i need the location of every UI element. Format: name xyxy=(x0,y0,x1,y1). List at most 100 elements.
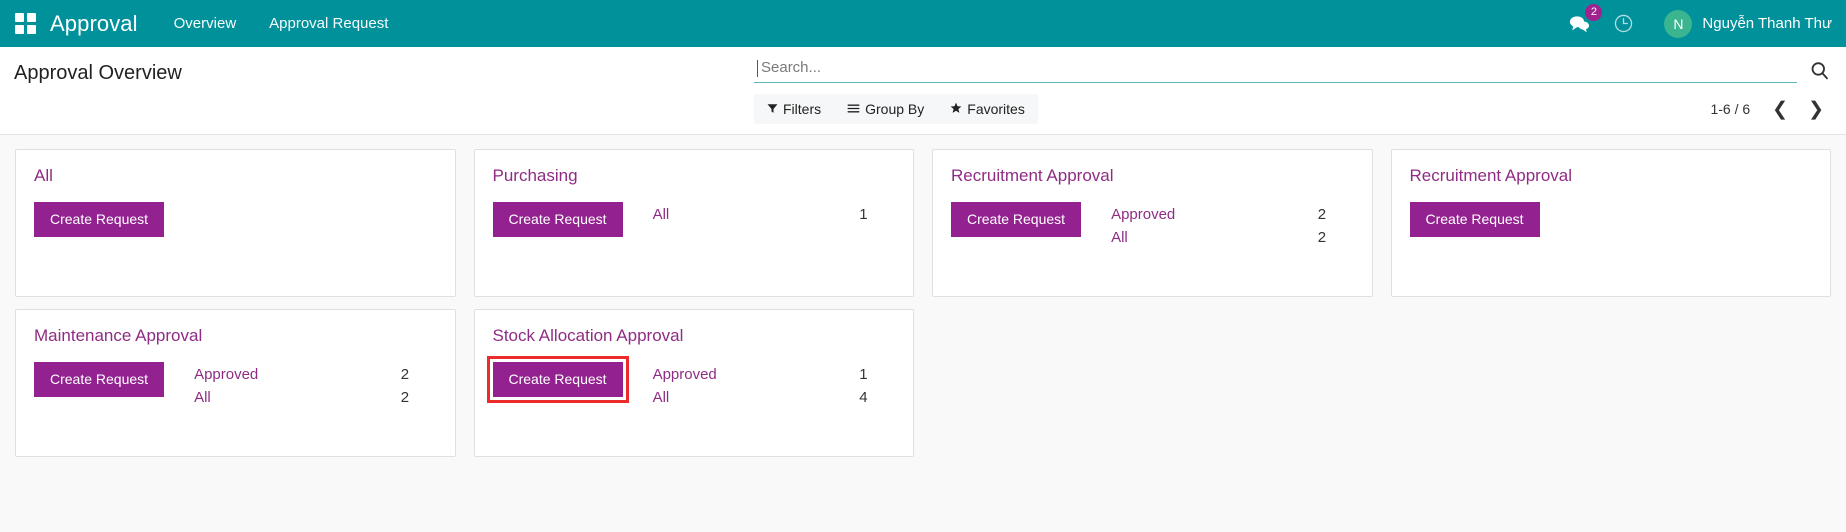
create-request-button[interactable]: Create Request xyxy=(493,362,623,397)
search-input[interactable] xyxy=(758,59,1793,76)
kanban-card-title[interactable]: All xyxy=(34,166,437,186)
create-request-button-wrap: Create Request xyxy=(951,202,1081,237)
create-request-button[interactable]: Create Request xyxy=(951,202,1081,237)
kanban-stat-value: 4 xyxy=(859,386,867,409)
filters-button[interactable]: Filters xyxy=(754,94,834,124)
kanban-card[interactable]: Purchasing Create Request All 1 xyxy=(474,149,915,297)
apps-grid-square xyxy=(15,13,24,22)
kanban-stat-label: Approved xyxy=(194,363,258,386)
filter-row: Filters Group By xyxy=(754,94,1832,134)
apps-grid-square xyxy=(15,25,24,34)
kanban-stat-label: All xyxy=(653,203,670,226)
kanban-column: All Create Request xyxy=(6,143,465,303)
kanban-stat-row[interactable]: Approved 2 xyxy=(1111,203,1326,226)
kanban-card-body: Create Request All 1 xyxy=(493,202,896,237)
kanban-column: Recruitment Approval Create Request xyxy=(1382,143,1841,303)
kanban-card-title[interactable]: Maintenance Approval xyxy=(34,326,437,346)
favorites-label: Favorites xyxy=(967,101,1025,117)
kanban-card-body: Create Request xyxy=(1410,202,1813,237)
group-by-label: Group By xyxy=(865,101,924,117)
main-menu: Overview Approval Request xyxy=(174,15,389,32)
clock-activity-icon[interactable] xyxy=(1607,13,1660,34)
kanban-stat-row[interactable]: All 2 xyxy=(194,386,409,409)
avatar: N xyxy=(1664,10,1692,38)
group-by-button[interactable]: Group By xyxy=(834,94,937,124)
page-title: Approval Overview xyxy=(14,47,182,85)
search-box[interactable] xyxy=(754,57,1797,83)
kanban-card-stats xyxy=(1570,202,1812,203)
create-request-button-wrap: Create Request xyxy=(493,202,623,237)
user-name-label: Nguyễn Thanh Thư xyxy=(1702,15,1832,32)
user-menu[interactable]: N Nguyễn Thanh Thư xyxy=(1660,10,1832,38)
kanban-column: Purchasing Create Request All 1 xyxy=(465,143,924,303)
kanban-stat-value: 1 xyxy=(859,203,867,226)
apps-grid-icon[interactable] xyxy=(10,9,40,39)
kanban-card[interactable]: Recruitment Approval Create Request xyxy=(1391,149,1832,297)
kanban-column: Maintenance Approval Create Request Approv… xyxy=(6,303,465,463)
search-icon[interactable] xyxy=(1807,60,1832,83)
kanban-card-title[interactable]: Purchasing xyxy=(493,166,896,186)
kanban-stat-row[interactable]: All2 xyxy=(1111,226,1326,249)
group-by-lines-icon xyxy=(847,101,860,117)
search-row xyxy=(754,57,1832,83)
kanban-card[interactable]: Recruitment Approval Create Request Approv… xyxy=(932,149,1373,297)
kanban-card-title[interactable]: Recruitment Approval xyxy=(951,166,1354,186)
text-caret xyxy=(757,60,758,77)
create-request-button-wrap: Create Request xyxy=(1410,202,1540,237)
kanban-card-title[interactable]: Recruitment Approval xyxy=(1410,166,1813,186)
kanban-card-stats: Approved 2All2 xyxy=(1111,202,1353,250)
star-icon xyxy=(950,101,962,117)
kanban-card-stats: Approved 2 All 2 xyxy=(194,362,436,410)
kanban-card-title[interactable]: Stock Allocation Approval xyxy=(493,326,896,346)
kanban-card-stats: All 1 xyxy=(653,202,895,226)
kanban-stat-row[interactable]: Approved 2 xyxy=(194,363,409,386)
kanban-column: Stock Allocation Approval Create Request A… xyxy=(465,303,924,463)
control-panel: Approval Overview xyxy=(0,47,1846,135)
kanban-card-body: Create Request Approved 1 All 4 xyxy=(493,362,896,410)
top-navbar: Approval Overview Approval Request 2 N N… xyxy=(0,0,1846,47)
messages-badge-count: 2 xyxy=(1585,4,1602,21)
pager: 1-6 / 6 ❮ ❯ xyxy=(1710,98,1832,121)
kanban-stat-value: 1 xyxy=(859,363,867,386)
search-and-filters: Filters Group By xyxy=(754,47,1832,134)
kanban-card-body: Create Request Approved 2 All 2 xyxy=(34,362,437,410)
filter-funnel-icon xyxy=(767,101,778,117)
kanban-card[interactable]: All Create Request xyxy=(15,149,456,297)
kanban-card-body: Create Request xyxy=(34,202,437,237)
create-request-button-highlighted: Create Request xyxy=(493,362,623,397)
create-request-button[interactable]: Create Request xyxy=(34,202,164,237)
kanban-card[interactable]: Maintenance Approval Create Request Approv… xyxy=(15,309,456,457)
create-request-button[interactable]: Create Request xyxy=(493,202,623,237)
chevron-right-icon[interactable]: ❯ xyxy=(1800,98,1832,121)
kanban-stat-label: All xyxy=(653,386,670,409)
menu-item-overview[interactable]: Overview xyxy=(174,15,237,32)
chevron-left-icon[interactable]: ❮ xyxy=(1764,98,1796,121)
kanban-stat-label: Approved xyxy=(653,363,717,386)
kanban-stat-value: 2 xyxy=(401,363,409,386)
filters-label: Filters xyxy=(783,101,821,117)
kanban-stat-label: Approved xyxy=(1111,203,1175,226)
apps-grid-square xyxy=(27,13,36,22)
create-request-button-wrap: Create Request xyxy=(34,202,164,237)
kanban-stat-value: 2 xyxy=(1318,203,1326,226)
kanban-card-stats xyxy=(194,202,436,203)
kanban-stat-value: 2 xyxy=(401,386,409,409)
favorites-button[interactable]: Favorites xyxy=(937,94,1038,124)
kanban-stat-row[interactable]: All 4 xyxy=(653,386,868,409)
kanban-card[interactable]: Stock Allocation Approval Create Request A… xyxy=(474,309,915,457)
app-brand-title[interactable]: Approval xyxy=(50,11,138,37)
create-request-button[interactable]: Create Request xyxy=(34,362,164,397)
messages-icon[interactable]: 2 xyxy=(1564,12,1607,35)
create-request-button[interactable]: Create Request xyxy=(1410,202,1540,237)
kanban-column: Recruitment Approval Create Request Approv… xyxy=(923,143,1382,303)
kanban-stat-row[interactable]: Approved 1 xyxy=(653,363,868,386)
menu-item-approval-request[interactable]: Approval Request xyxy=(269,15,388,32)
kanban-stat-label: All xyxy=(194,386,211,409)
kanban-card-body: Create Request Approved 2All2 xyxy=(951,202,1354,250)
kanban-card-stats: Approved 1 All 4 xyxy=(653,362,895,410)
pager-count: 1-6 / 6 xyxy=(1710,101,1750,117)
kanban-stat-value: 2 xyxy=(1318,226,1326,249)
navbar-right-group: 2 N Nguyễn Thanh Thư xyxy=(1564,10,1832,38)
apps-grid-square xyxy=(27,25,36,34)
kanban-stat-row[interactable]: All 1 xyxy=(653,203,868,226)
